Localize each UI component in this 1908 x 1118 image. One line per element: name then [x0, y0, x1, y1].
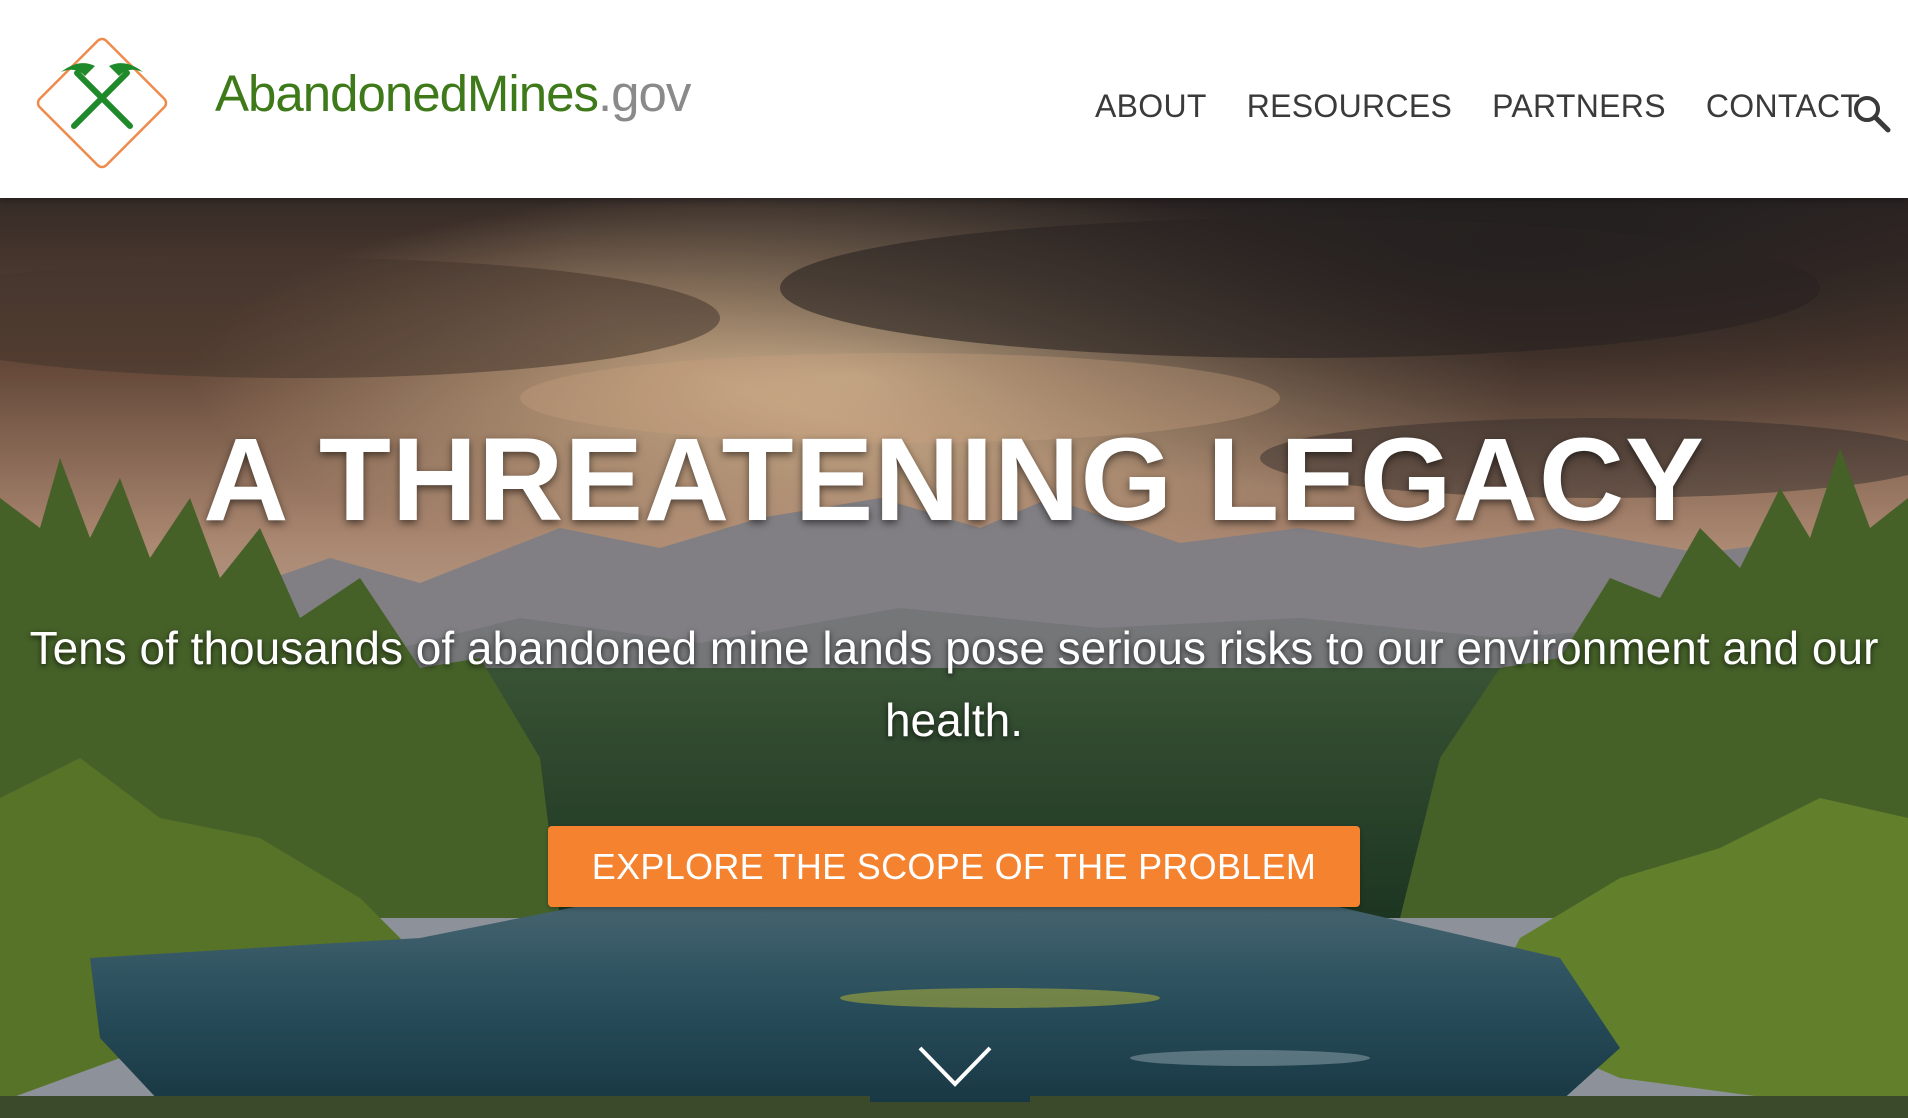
search-button[interactable] [1850, 92, 1894, 136]
nav-about[interactable]: ABOUT [1095, 88, 1207, 125]
nav-contact[interactable]: CONTACT [1706, 88, 1860, 125]
home-logo-link[interactable]: AbandonedMines.gov [27, 28, 691, 178]
site-name-brand: AbandonedMines [215, 64, 599, 122]
hero-title: A THREATENING LEGACY [203, 414, 1705, 546]
hero-section: A THREATENING LEGACY Tens of thousands o… [0, 198, 1908, 1102]
nav-resources[interactable]: RESOURCES [1247, 88, 1452, 125]
search-icon [1854, 96, 1891, 133]
nav-partners[interactable]: PARTNERS [1492, 88, 1666, 125]
main-nav: ABOUT RESOURCES PARTNERS CONTACT [1095, 88, 1900, 125]
scroll-down-button[interactable] [916, 1044, 994, 1090]
site-name: AbandonedMines.gov [215, 64, 691, 123]
hero-subtitle: Tens of thousands of abandoned mine land… [29, 622, 1879, 746]
explore-scope-button[interactable]: EXPLORE THE SCOPE OF THE PROBLEM [548, 826, 1360, 907]
site-header: AbandonedMines.gov ABOUT RESOURCES PARTN… [0, 0, 1908, 198]
crossed-pickaxes-icon [36, 37, 168, 169]
chevron-down-icon [918, 1046, 992, 1087]
next-section-edge [0, 1096, 1908, 1118]
site-name-tld: .gov [597, 64, 691, 122]
